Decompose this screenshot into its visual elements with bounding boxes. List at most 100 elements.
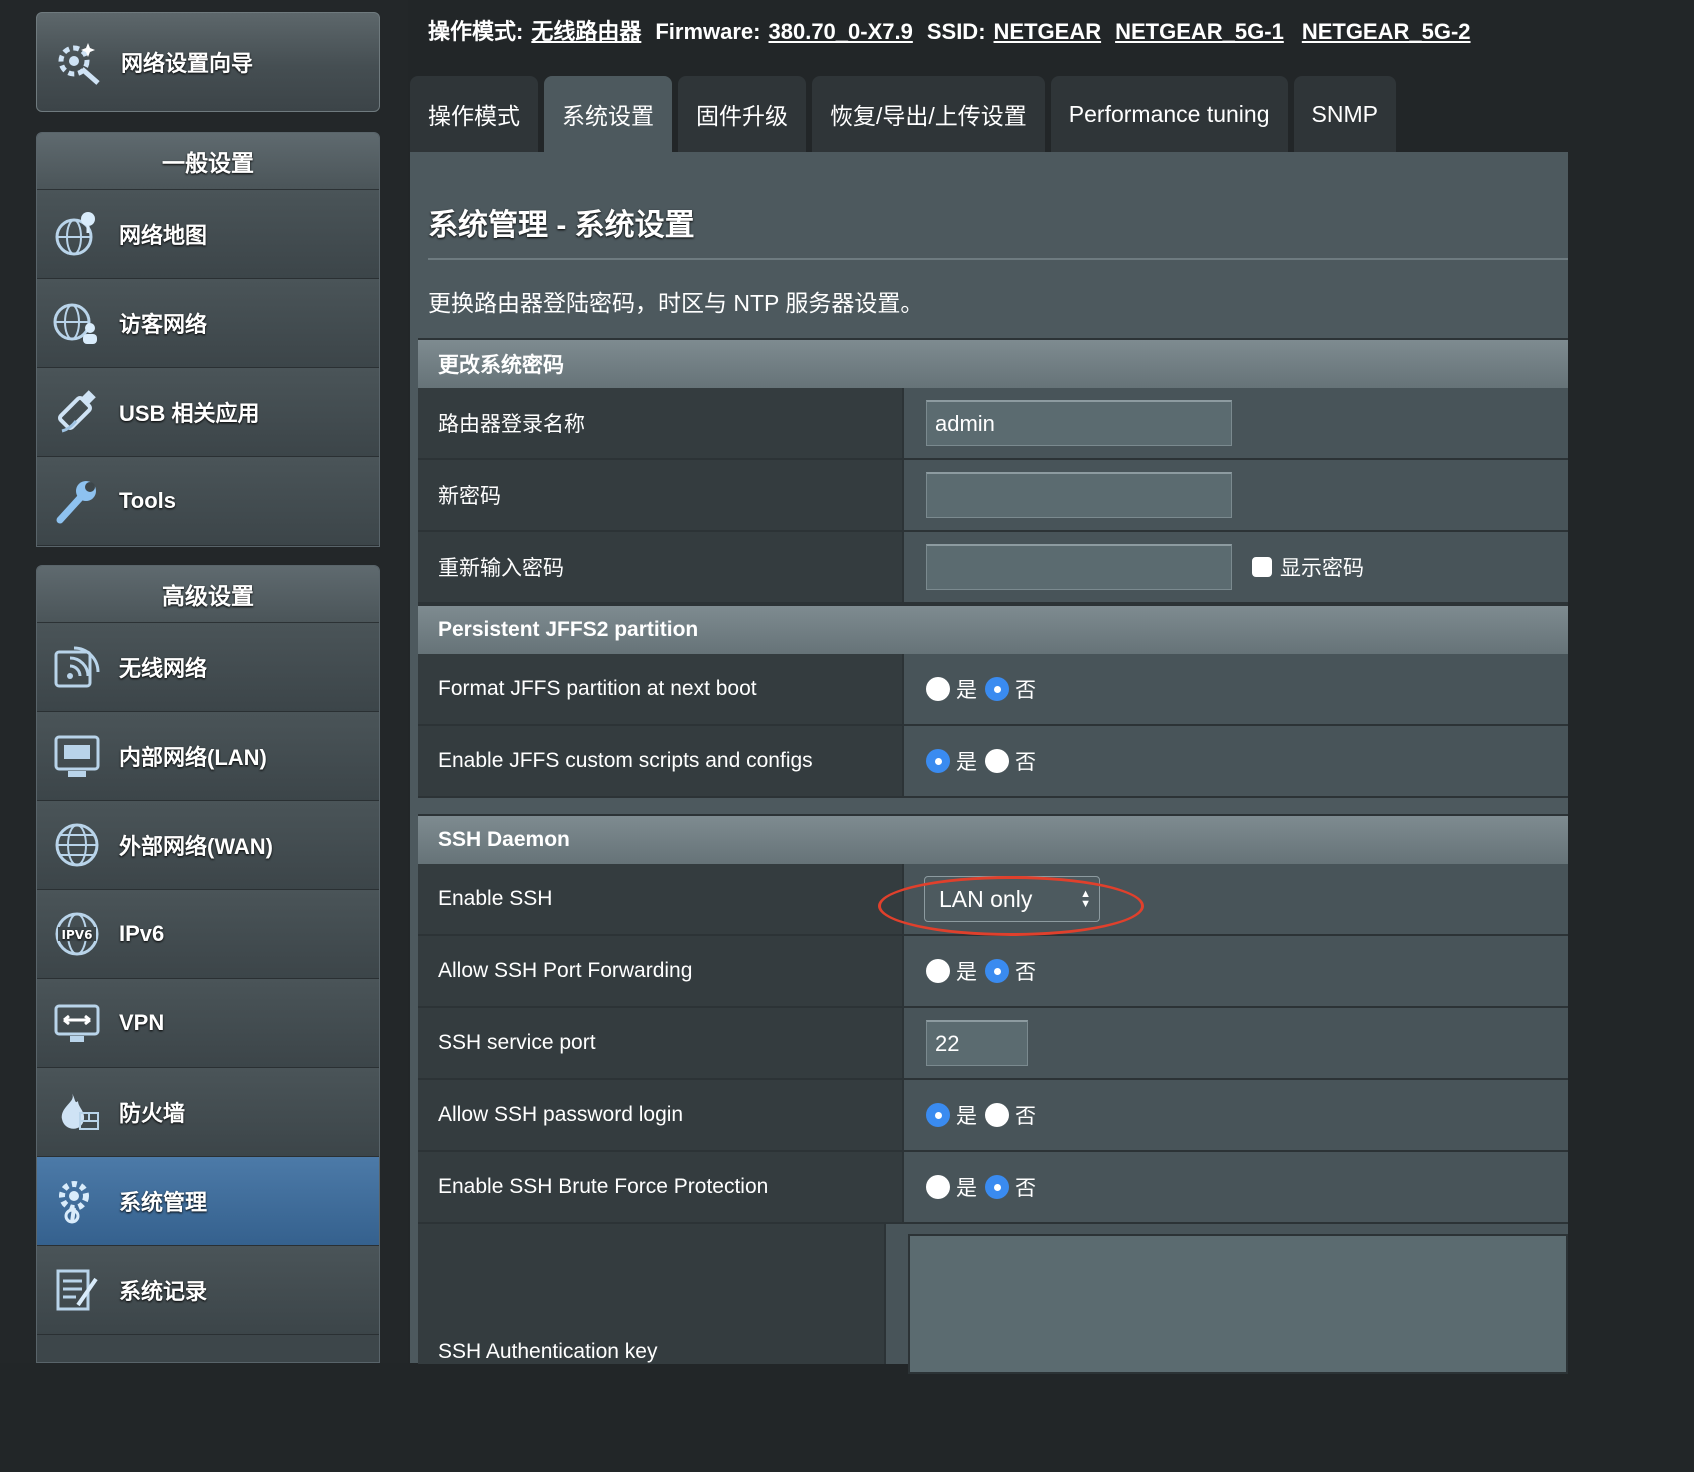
ssid-link-2[interactable]: NETGEAR_5G-1 [1115, 19, 1284, 44]
format-jffs-no-radio[interactable] [985, 677, 1009, 701]
sidebar-item-tools[interactable]: Tools [37, 457, 379, 546]
wireless-icon [49, 639, 105, 695]
guest-network-icon [49, 295, 105, 351]
retype-password-input[interactable] [926, 544, 1232, 590]
sidebar-item-administration[interactable]: 系统管理 [37, 1157, 379, 1246]
admin-gear-icon [49, 1173, 105, 1229]
ssh-auth-key-textarea[interactable] [908, 1234, 1568, 1374]
jffs-scripts-yes-radio[interactable] [926, 749, 950, 773]
new-password-label: 新密码 [418, 460, 904, 530]
retype-password-cell: 显示密码 [904, 532, 1568, 602]
jffs-scripts-radio-group: 是 否 [904, 726, 1568, 796]
radio-yes-label: 是 [956, 751, 977, 774]
sidebar-item-usb-apps[interactable]: USB 相关应用 [37, 368, 379, 457]
tab-snmp[interactable]: SNMP [1293, 76, 1396, 152]
general-settings-panel: 一般设置 网络地图 访客网络 USB 相关应用 Tools [36, 132, 380, 547]
row-retype-password: 重新输入密码 显示密码 [418, 532, 1568, 604]
login-name-input[interactable] [926, 400, 1232, 446]
sidebar-item-wireless[interactable]: 无线网络 [37, 623, 379, 712]
radio-no-label: 否 [1015, 1177, 1036, 1200]
row-login-name: 路由器登录名称 [418, 388, 1568, 460]
new-password-cell [904, 460, 1568, 530]
ssh-password-login-no-radio[interactable] [985, 1103, 1009, 1127]
row-jffs-scripts: Enable JFFS custom scripts and configs 是… [418, 726, 1568, 798]
firmware-link[interactable]: 380.70_0-X7.9 [769, 19, 913, 44]
show-password-checkbox[interactable] [1252, 557, 1272, 577]
section-title-ssh: SSH Daemon [418, 814, 1568, 864]
wizard-label: 网络设置向导 [121, 51, 254, 76]
jffs-scripts-no-radio[interactable] [985, 749, 1009, 773]
ipv6-icon: IPV6 [49, 906, 105, 962]
ssh-brute-force-no-radio[interactable] [985, 1175, 1009, 1199]
sidebar-item-label: 防火墙 [119, 1101, 186, 1126]
sidebar-item-lan[interactable]: 内部网络(LAN) [37, 712, 379, 801]
ssh-brute-force-yes-radio[interactable] [926, 1175, 950, 1199]
format-jffs-yes-radio[interactable] [926, 677, 950, 701]
select-arrows-icon: ▲ ▼ [1080, 888, 1091, 910]
sidebar-item-vpn[interactable]: VPN [37, 979, 379, 1068]
ssh-service-port-label: SSH service port [418, 1008, 904, 1078]
sidebar-item-label: VPN [119, 1010, 165, 1035]
section-spacer [418, 798, 1568, 814]
ssh-password-login-label: Allow SSH password login [418, 1080, 904, 1150]
svg-text:IPV6: IPV6 [62, 928, 93, 942]
row-ssh-auth-key: SSH Authentication key [418, 1224, 1568, 1374]
tab-restore-save-upload[interactable]: 恢复/导出/上传设置 [812, 76, 1045, 152]
network-map-icon [49, 206, 105, 262]
login-name-cell [904, 388, 1568, 458]
ssh-password-login-radio-group: 是 否 [904, 1080, 1568, 1150]
row-ssh-password-login: Allow SSH password login 是 否 [418, 1080, 1568, 1152]
format-jffs-radio-group: 是 否 [904, 654, 1568, 724]
ssh-brute-force-label: Enable SSH Brute Force Protection [418, 1152, 904, 1222]
ssh-port-forwarding-yes-radio[interactable] [926, 959, 950, 983]
sidebar-item-firewall[interactable]: 防火墙 [37, 1068, 379, 1157]
operation-mode-link[interactable]: 无线路由器 [531, 19, 641, 44]
jffs-scripts-label: Enable JFFS custom scripts and configs [418, 726, 904, 796]
sidebar-item-ipv6[interactable]: IPV6 IPv6 [37, 890, 379, 979]
network-setup-wizard-button[interactable]: 网络设置向导 [36, 12, 380, 112]
ssh-port-forwarding-no-radio[interactable] [985, 959, 1009, 983]
sidebar-item-network-map[interactable]: 网络地图 [37, 190, 379, 279]
row-new-password: 新密码 [418, 460, 1568, 532]
sidebar: 网络设置向导 一般设置 网络地图 访客网络 USB 相关应用 Tools 高级设… [0, 0, 408, 1363]
sidebar-item-label: IPv6 [119, 921, 165, 946]
section-title-password: 更改系统密码 [418, 338, 1568, 388]
sidebar-item-system-log[interactable]: 系统记录 [37, 1246, 379, 1335]
advanced-settings-title: 高级设置 [37, 566, 379, 623]
sidebar-item-label: 外部网络(WAN) [119, 834, 273, 859]
new-password-input[interactable] [926, 472, 1232, 518]
wrench-icon [49, 473, 105, 529]
firmware-label: Firmware: [655, 19, 761, 44]
radio-yes-label: 是 [956, 1177, 977, 1200]
radio-no-label: 否 [1015, 679, 1036, 702]
radio-no-label: 否 [1015, 1105, 1036, 1128]
enable-ssh-selected-value: LAN only [939, 885, 1033, 912]
tab-performance-tuning[interactable]: Performance tuning [1050, 76, 1288, 152]
sidebar-item-guest-network[interactable]: 访客网络 [37, 279, 379, 368]
enable-ssh-cell: LAN only ▲ ▼ [904, 864, 1568, 934]
tab-firmware-upgrade[interactable]: 固件升级 [678, 76, 806, 152]
tab-operation-mode[interactable]: 操作模式 [410, 76, 538, 152]
sidebar-item-label: 系统记录 [119, 1279, 208, 1304]
vpn-icon [49, 995, 105, 1051]
show-password-toggle[interactable]: 显示密码 [1252, 552, 1364, 582]
enable-ssh-label: Enable SSH [418, 864, 904, 934]
sidebar-item-wan[interactable]: 外部网络(WAN) [37, 801, 379, 890]
sidebar-item-label: 内部网络(LAN) [119, 745, 267, 770]
show-password-label: 显示密码 [1280, 557, 1364, 580]
sidebar-item-label: 无线网络 [119, 656, 208, 681]
login-name-label: 路由器登录名称 [418, 388, 904, 458]
ssid-link-1[interactable]: NETGEAR [994, 19, 1102, 44]
ssid-link-3[interactable]: NETGEAR_5G-2 [1302, 19, 1471, 44]
firewall-icon [49, 1084, 105, 1140]
title-divider [428, 258, 1568, 260]
tab-system[interactable]: 系统设置 [544, 76, 672, 152]
ssh-service-port-input[interactable] [926, 1020, 1028, 1066]
radio-yes-label: 是 [956, 679, 977, 702]
ssh-password-login-yes-radio[interactable] [926, 1103, 950, 1127]
enable-ssh-select[interactable]: LAN only ▲ ▼ [924, 876, 1100, 922]
ssh-auth-key-cell [886, 1224, 1568, 1374]
usb-icon [49, 384, 105, 440]
lan-icon [49, 728, 105, 784]
sidebar-item-label: Tools [119, 488, 177, 513]
